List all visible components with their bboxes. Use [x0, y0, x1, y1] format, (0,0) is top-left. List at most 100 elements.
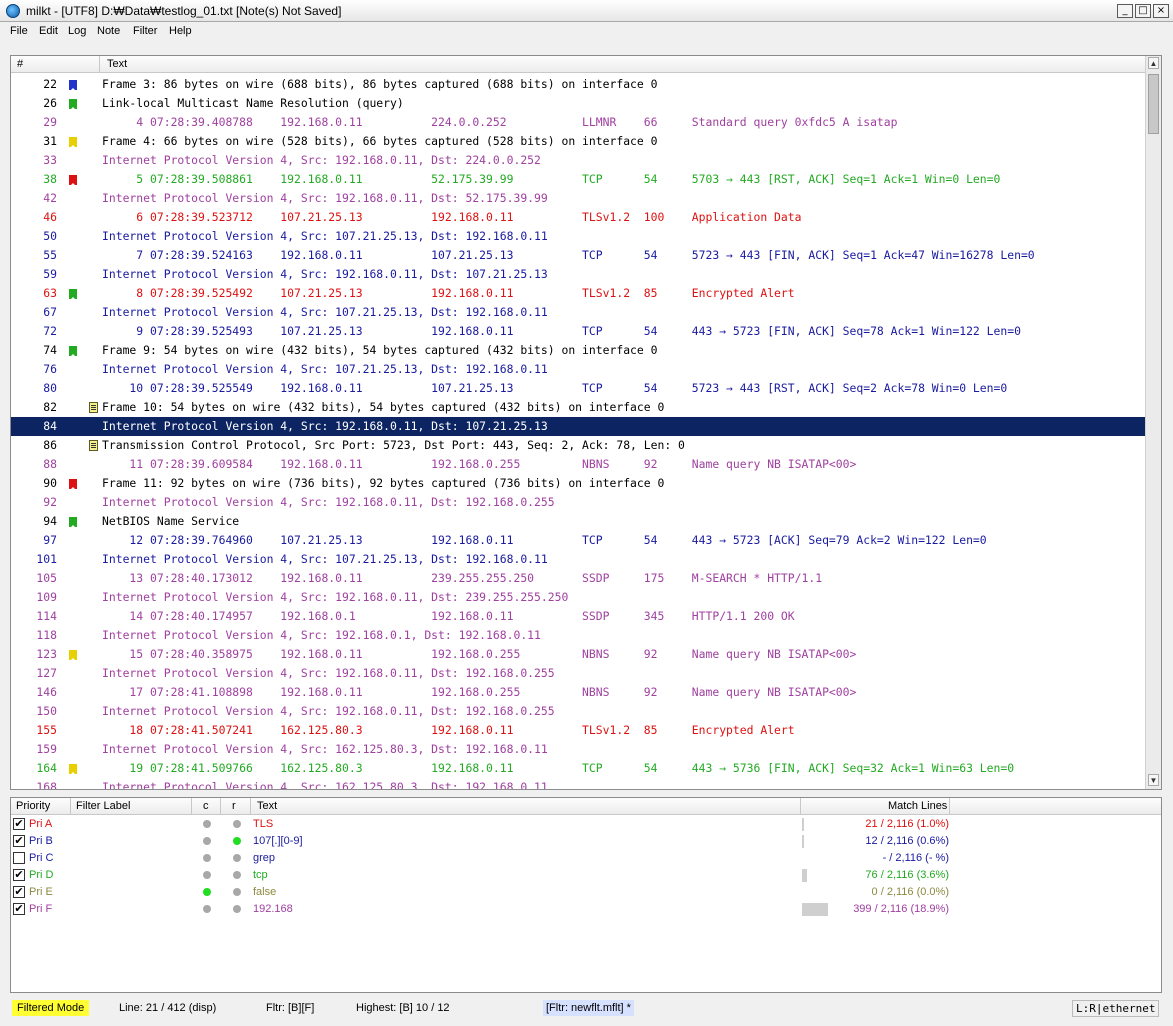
- filter-r-indicator-icon[interactable]: [233, 905, 241, 913]
- filter-r-indicator-icon[interactable]: [233, 820, 241, 828]
- scroll-up-icon[interactable]: ▲: [1148, 57, 1159, 69]
- filter-c-indicator-icon[interactable]: [203, 888, 211, 896]
- menu-help[interactable]: Help: [169, 25, 192, 37]
- col-header-text[interactable]: Text: [107, 58, 127, 70]
- log-row[interactable]: 94 NetBIOS Name Service: [11, 512, 1145, 531]
- filter-row[interactable]: ✔ Pri B 107[.][0-9] 12 / 2,116 (0.6%): [11, 833, 971, 850]
- log-row[interactable]: 101 Internet Protocol Version 4, Src: 107…: [11, 550, 1145, 569]
- log-row[interactable]: 59 Internet Protocol Version 4, Src: 192.…: [11, 265, 1145, 284]
- log-row[interactable]: 118 Internet Protocol Version 4, Src: 192…: [11, 626, 1145, 645]
- bookmark-flag-icon[interactable]: [69, 289, 77, 300]
- log-row[interactable]: 159 Internet Protocol Version 4, Src: 162…: [11, 740, 1145, 759]
- filter-col-text[interactable]: Text: [257, 800, 277, 812]
- filter-r-indicator-icon[interactable]: [233, 888, 241, 896]
- filter-enable-checkbox[interactable]: ✔: [13, 835, 25, 847]
- filter-col-label[interactable]: Filter Label: [76, 800, 130, 812]
- filter-text[interactable]: grep: [253, 852, 275, 864]
- filter-enable-checkbox[interactable]: ✔: [13, 818, 25, 830]
- filter-col-r[interactable]: r: [232, 800, 236, 812]
- log-row[interactable]: 84 Internet Protocol Version 4, Src: 192.…: [11, 417, 1145, 436]
- log-row[interactable]: 164 19 07:28:41.509766 162.125.80.3 192.…: [11, 759, 1145, 778]
- filter-text[interactable]: false: [253, 886, 276, 898]
- bookmark-flag-icon[interactable]: [69, 479, 77, 490]
- menu-file[interactable]: File: [10, 25, 28, 37]
- log-row[interactable]: 123 15 07:28:40.358975 192.168.0.11 192.…: [11, 645, 1145, 664]
- bookmark-flag-icon[interactable]: [69, 346, 77, 357]
- log-row[interactable]: 63 8 07:28:39.525492 107.21.25.13 192.16…: [11, 284, 1145, 303]
- bookmark-flag-icon[interactable]: [69, 175, 77, 186]
- col-separator[interactable]: [99, 56, 100, 73]
- note-icon[interactable]: [89, 402, 98, 413]
- filter-row[interactable]: ✔ Pri A TLS 21 / 2,116 (1.0%): [11, 816, 971, 833]
- log-row[interactable]: 55 7 07:28:39.524163 192.168.0.11 107.21…: [11, 246, 1145, 265]
- filter-c-indicator-icon[interactable]: [203, 837, 211, 845]
- log-row[interactable]: 26 Link-local Multicast Name Resolution (…: [11, 94, 1145, 113]
- col-header-number[interactable]: #: [17, 58, 23, 70]
- minimize-button[interactable]: _: [1117, 4, 1133, 18]
- log-row[interactable]: 92 Internet Protocol Version 4, Src: 192.…: [11, 493, 1145, 512]
- log-row[interactable]: 22 Frame 3: 86 bytes on wire (688 bits), …: [11, 75, 1145, 94]
- log-row[interactable]: 97 12 07:28:39.764960 107.21.25.13 192.1…: [11, 531, 1145, 550]
- filter-r-indicator-icon[interactable]: [233, 837, 241, 845]
- bookmark-flag-icon[interactable]: [69, 650, 77, 661]
- filter-c-indicator-icon[interactable]: [203, 854, 211, 862]
- filter-col-c[interactable]: c: [203, 800, 209, 812]
- log-row[interactable]: 50 Internet Protocol Version 4, Src: 107.…: [11, 227, 1145, 246]
- filter-text[interactable]: tcp: [253, 869, 268, 881]
- log-row[interactable]: 29 4 07:28:39.408788 192.168.0.11 224.0.…: [11, 113, 1145, 132]
- filter-enable-checkbox[interactable]: ✔: [13, 869, 25, 881]
- filter-row[interactable]: ✔ Pri F 192.168 399 / 2,116 (18.9%): [11, 901, 971, 918]
- filter-enable-checkbox[interactable]: [13, 852, 25, 864]
- scroll-thumb[interactable]: [1148, 74, 1159, 134]
- menu-filter[interactable]: Filter: [133, 25, 157, 37]
- log-row[interactable]: 146 17 07:28:41.108898 192.168.0.11 192.…: [11, 683, 1145, 702]
- filter-text[interactable]: 192.168: [253, 903, 293, 915]
- filter-c-indicator-icon[interactable]: [203, 820, 211, 828]
- scroll-down-icon[interactable]: ▼: [1148, 774, 1159, 786]
- log-row[interactable]: 86 Transmission Control Protocol, Src Por…: [11, 436, 1145, 455]
- filter-enable-checkbox[interactable]: ✔: [13, 886, 25, 898]
- log-row[interactable]: 90 Frame 11: 92 bytes on wire (736 bits),…: [11, 474, 1145, 493]
- note-icon[interactable]: [89, 440, 98, 451]
- filter-text[interactable]: 107[.][0-9]: [253, 835, 303, 847]
- filter-c-indicator-icon[interactable]: [203, 871, 211, 879]
- log-list[interactable]: # Text 22 Frame 3: 86 bytes on wire (688 …: [10, 55, 1162, 790]
- log-row[interactable]: 38 5 07:28:39.508861 192.168.0.11 52.175…: [11, 170, 1145, 189]
- log-row[interactable]: 168 Internet Protocol Version 4, Src: 162…: [11, 778, 1145, 789]
- log-scrollbar[interactable]: ▲ ▼: [1145, 56, 1161, 789]
- filter-c-indicator-icon[interactable]: [203, 905, 211, 913]
- log-row[interactable]: 150 Internet Protocol Version 4, Src: 192…: [11, 702, 1145, 721]
- bookmark-flag-icon[interactable]: [69, 99, 77, 110]
- log-row[interactable]: 80 10 07:28:39.525549 192.168.0.11 107.2…: [11, 379, 1145, 398]
- log-row[interactable]: 74 Frame 9: 54 bytes on wire (432 bits), …: [11, 341, 1145, 360]
- filter-text[interactable]: TLS: [253, 818, 273, 830]
- log-row[interactable]: 114 14 07:28:40.174957 192.168.0.1 192.1…: [11, 607, 1145, 626]
- bookmark-flag-icon[interactable]: [69, 764, 77, 775]
- menu-note[interactable]: Note: [97, 25, 120, 37]
- close-button[interactable]: ×: [1153, 4, 1169, 18]
- bookmark-flag-icon[interactable]: [69, 80, 77, 91]
- log-row[interactable]: 109 Internet Protocol Version 4, Src: 192…: [11, 588, 1145, 607]
- log-row[interactable]: 82 Frame 10: 54 bytes on wire (432 bits),…: [11, 398, 1145, 417]
- log-row[interactable]: 72 9 07:28:39.525493 107.21.25.13 192.16…: [11, 322, 1145, 341]
- filter-row[interactable]: ✔ Pri E false 0 / 2,116 (0.0%): [11, 884, 971, 901]
- log-row[interactable]: 33 Internet Protocol Version 4, Src: 192.…: [11, 151, 1145, 170]
- log-row[interactable]: 105 13 07:28:40.173012 192.168.0.11 239.…: [11, 569, 1145, 588]
- filter-col-match[interactable]: Match Lines: [888, 800, 947, 812]
- filter-enable-checkbox[interactable]: ✔: [13, 903, 25, 915]
- filter-r-indicator-icon[interactable]: [233, 854, 241, 862]
- log-row[interactable]: 42 Internet Protocol Version 4, Src: 192.…: [11, 189, 1145, 208]
- filter-row[interactable]: Pri C grep - / 2,116 (- %): [11, 850, 971, 867]
- filter-col-priority[interactable]: Priority: [16, 800, 50, 812]
- filter-row[interactable]: ✔ Pri D tcp 76 / 2,116 (3.6%): [11, 867, 971, 884]
- log-row[interactable]: 76 Internet Protocol Version 4, Src: 107.…: [11, 360, 1145, 379]
- menu-edit[interactable]: Edit: [39, 25, 58, 37]
- maximize-button[interactable]: □: [1135, 4, 1151, 18]
- bookmark-flag-icon[interactable]: [69, 137, 77, 148]
- log-row[interactable]: 155 18 07:28:41.507241 162.125.80.3 192.…: [11, 721, 1145, 740]
- bookmark-flag-icon[interactable]: [69, 517, 77, 528]
- log-row[interactable]: 31 Frame 4: 66 bytes on wire (528 bits), …: [11, 132, 1145, 151]
- log-row[interactable]: 127 Internet Protocol Version 4, Src: 192…: [11, 664, 1145, 683]
- log-row[interactable]: 88 11 07:28:39.609584 192.168.0.11 192.1…: [11, 455, 1145, 474]
- menu-log[interactable]: Log: [68, 25, 86, 37]
